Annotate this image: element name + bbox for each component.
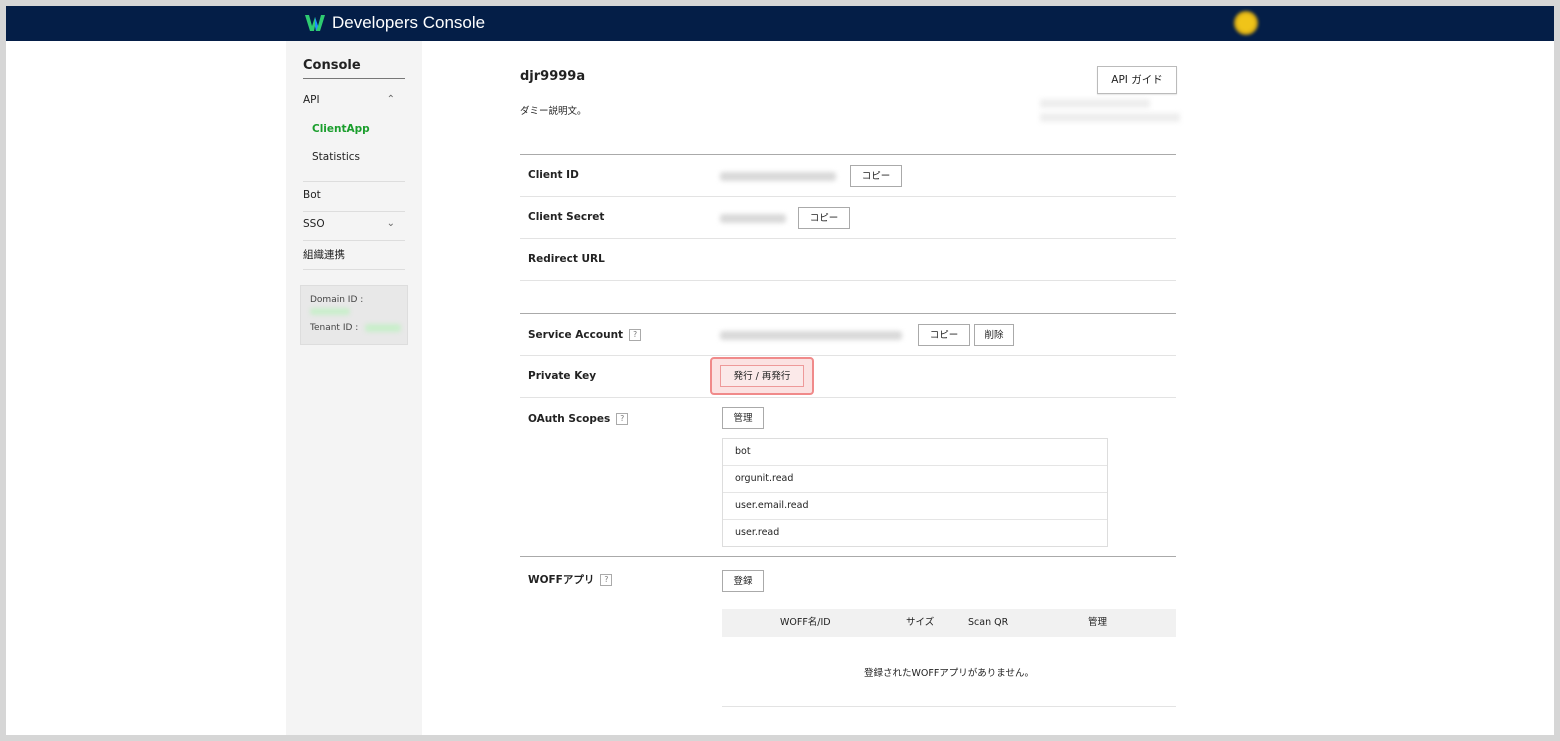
list-item: user.read [735,527,780,538]
page-title: djr9999a [520,69,586,84]
top-bar: Developers Console [6,6,1554,41]
divider [520,313,1176,314]
sidebar-item-label: Bot [303,189,321,201]
domain-id-label: Domain ID : [310,295,364,305]
divider [520,196,1176,197]
service-account-label: Service Account? [528,329,642,341]
chevron-up-icon: ⌃ [386,94,395,105]
sidebar-item-bot[interactable]: Bot [303,189,405,201]
client-id-value [720,172,836,181]
sidebar-item-clientapp[interactable]: ClientApp [312,123,370,135]
help-icon[interactable]: ? [616,413,629,425]
sidebar-item-statistics[interactable]: Statistics [312,151,360,163]
tenant-id-value [365,323,402,332]
private-key-label: Private Key [528,370,597,382]
domain-id-value [310,308,350,318]
sidebar-item-api[interactable]: API ⌃ [303,94,405,106]
column-header: 管理 [1088,617,1108,628]
scopes-list: bot orgunit.read user.email.read user.re… [722,438,1108,547]
tenant-id-label: Tenant ID : [310,323,359,333]
works-logo-icon[interactable] [304,12,326,34]
divider [303,181,405,182]
sidebar-item-label: SSO [303,218,325,230]
app-description: ダミー説明文。 [520,106,587,117]
column-header: サイズ [906,617,935,628]
sidebar: Console API ⌃ ClientApp Statistics Bot S… [286,41,422,735]
copy-client-id-button[interactable]: コピー [850,165,902,187]
list-item: bot [723,439,1107,466]
tenant-id-row: Tenant ID : [310,323,402,333]
divider [520,397,1176,398]
divider [520,280,1176,281]
oauth-scopes-label: OAuth Scopes? [528,413,629,425]
redirect-url-label: Redirect URL [528,253,605,265]
register-woff-button[interactable]: 登録 [722,570,764,592]
copy-service-account-button[interactable]: コピー [918,324,970,346]
column-header: WOFF名/ID [780,617,831,628]
divider [303,211,405,212]
list-item: user.email.read [723,493,1107,520]
api-guide-button[interactable]: API ガイド [1097,66,1177,94]
client-id-label: Client ID [528,169,579,181]
divider [303,240,405,241]
delete-service-account-button[interactable]: 削除 [974,324,1014,346]
woff-label-text: WOFFアプリ [528,574,595,586]
console-window: Developers Console Console API ⌃ ClientA… [6,6,1554,735]
sidebar-title: Console [303,58,405,79]
help-icon[interactable]: ? [629,329,642,341]
divider [520,556,1176,557]
help-icon[interactable]: ? [600,574,613,586]
sidebar-item-sso[interactable]: SSO ⌄ [303,218,405,230]
manage-scopes-button[interactable]: 管理 [722,407,764,429]
woff-empty-message: 登録されたWOFFアプリがありません。 [863,668,1034,679]
service-account-label-text: Service Account [528,329,624,341]
copy-client-secret-button[interactable]: コピー [798,207,850,229]
client-secret-value [720,214,786,223]
service-account-value [720,331,902,340]
woff-table-header: WOFF名/ID サイズ Scan QR 管理 [722,609,1176,637]
divider [520,355,1176,356]
issue-private-key-button[interactable]: 発行 / 再発行 [720,365,804,387]
divider [303,269,405,270]
divider [520,238,1176,239]
column-header: Scan QR [968,617,1009,628]
sidebar-item-label: 組織連携 [303,249,345,261]
id-info-box: Domain ID : Tenant ID : [300,285,408,345]
owner-info [1040,99,1180,127]
list-item: orgunit.read [723,466,1107,493]
woff-label: WOFFアプリ? [528,572,613,587]
divider [722,706,1176,707]
app-brand[interactable]: Developers Console [332,12,485,34]
oauth-scopes-label-text: OAuth Scopes [528,413,611,425]
divider [520,154,1176,155]
chevron-down-icon: ⌄ [386,218,395,229]
sidebar-item-org[interactable]: 組織連携 [303,247,405,262]
client-secret-label: Client Secret [528,211,605,223]
sidebar-item-label: API [303,94,320,106]
user-avatar[interactable] [1234,11,1258,35]
